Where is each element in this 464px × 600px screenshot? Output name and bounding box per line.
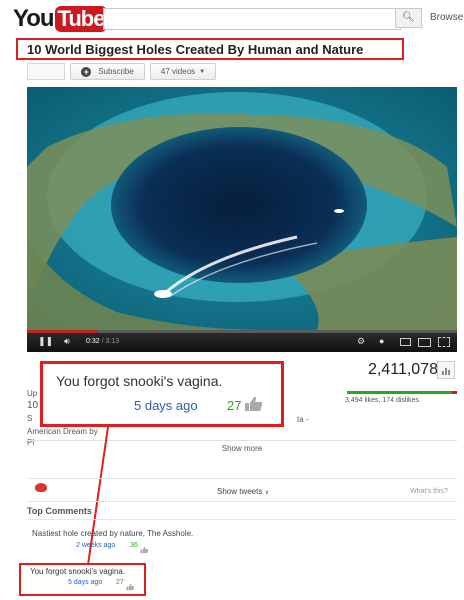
search-button[interactable]: 🔍︎ (395, 8, 422, 28)
callout-comment-date[interactable]: 5 days ago (134, 398, 198, 413)
top-comments-heading: Top Comments (27, 506, 92, 516)
progress-fill (27, 330, 99, 333)
stats-icon (442, 368, 450, 375)
show-more-button[interactable]: Show more (27, 440, 457, 457)
search-input[interactable] (103, 8, 401, 30)
show-tweets-button[interactable]: Show tweets ∨ (217, 487, 269, 496)
comment-likes: 27 (116, 579, 124, 586)
callout-comment-text: You forgot snooki's vagina. (56, 373, 223, 389)
thumbs-up-icon[interactable] (126, 578, 135, 596)
comment-callout (40, 361, 284, 427)
chevron-down-icon: ▼ (199, 68, 206, 75)
video-frame (27, 87, 457, 330)
video-title-text: 10 World Biggest Holes Created By Human … (27, 41, 364, 57)
thumbs-up-icon[interactable] (140, 541, 149, 559)
current-time: 0:32 (86, 338, 100, 345)
view-count: 2,411,078 (368, 361, 438, 378)
show-tweets-label: Show tweets (217, 487, 263, 496)
gear-icon[interactable]: ⚙ (357, 336, 365, 347)
time-readout: 0:32 / 3:13 (86, 338, 120, 345)
logo-tube: Tube (54, 6, 108, 32)
comment-date[interactable]: 2 weeks ago (76, 542, 115, 549)
volume-icon[interactable]: 🔊︎ (64, 336, 70, 347)
videos-dropdown[interactable]: 47 videos ▼ (150, 63, 216, 80)
comment-text: Nastiest hole created by nature, The Ass… (32, 529, 194, 538)
subscribe-label: Subscribe (98, 67, 134, 76)
stats-button[interactable] (437, 361, 455, 379)
comment-divider (27, 519, 457, 520)
youtube-logo[interactable]: You Tube (13, 5, 108, 33)
pause-icon[interactable]: ❚❚ (38, 336, 53, 347)
channel-avatar[interactable] (27, 63, 65, 80)
description-line-4: American Dream by (27, 427, 98, 436)
search-icon: 🔍︎ (402, 12, 415, 23)
fullscreen-icon[interactable] (438, 337, 450, 347)
large-player-icon[interactable] (418, 338, 431, 347)
description-line-3: S (27, 414, 33, 423)
subscribe-plus-icon: + (81, 66, 92, 77)
description-line-side: ta - (297, 415, 309, 424)
likes-dislikes: 3,494 likes, 174 dislikes (345, 397, 419, 404)
callout-thumbs-up-icon[interactable] (244, 396, 264, 417)
like-bar-fill (347, 391, 452, 394)
comment-text: You forgot snooki's vagina. (30, 567, 126, 576)
like-bar (347, 391, 457, 394)
logo-you: You (13, 5, 55, 32)
chevron-down-icon: ∨ (264, 490, 269, 496)
comment-date[interactable]: 5 days ago (68, 579, 102, 586)
callout-comment-likes: 27 (227, 398, 242, 413)
twitter-bird-icon (35, 483, 47, 492)
subscribe-button[interactable]: + Subscribe (70, 63, 145, 80)
popout-icon[interactable] (400, 338, 411, 346)
description-line-1: Up (27, 389, 38, 398)
video-player[interactable] (27, 87, 457, 330)
annotations-icon[interactable]: ● (379, 336, 384, 346)
whats-this-link[interactable]: What's this? (410, 488, 448, 495)
videos-count: 47 videos (160, 67, 196, 76)
duration: 3:13 (105, 338, 120, 345)
description-line-2: 10 (27, 400, 39, 411)
browse-link[interactable]: Browse (430, 12, 463, 23)
comment-likes: 36 (130, 542, 138, 549)
video-title: 10 World Biggest Holes Created By Human … (16, 38, 404, 60)
